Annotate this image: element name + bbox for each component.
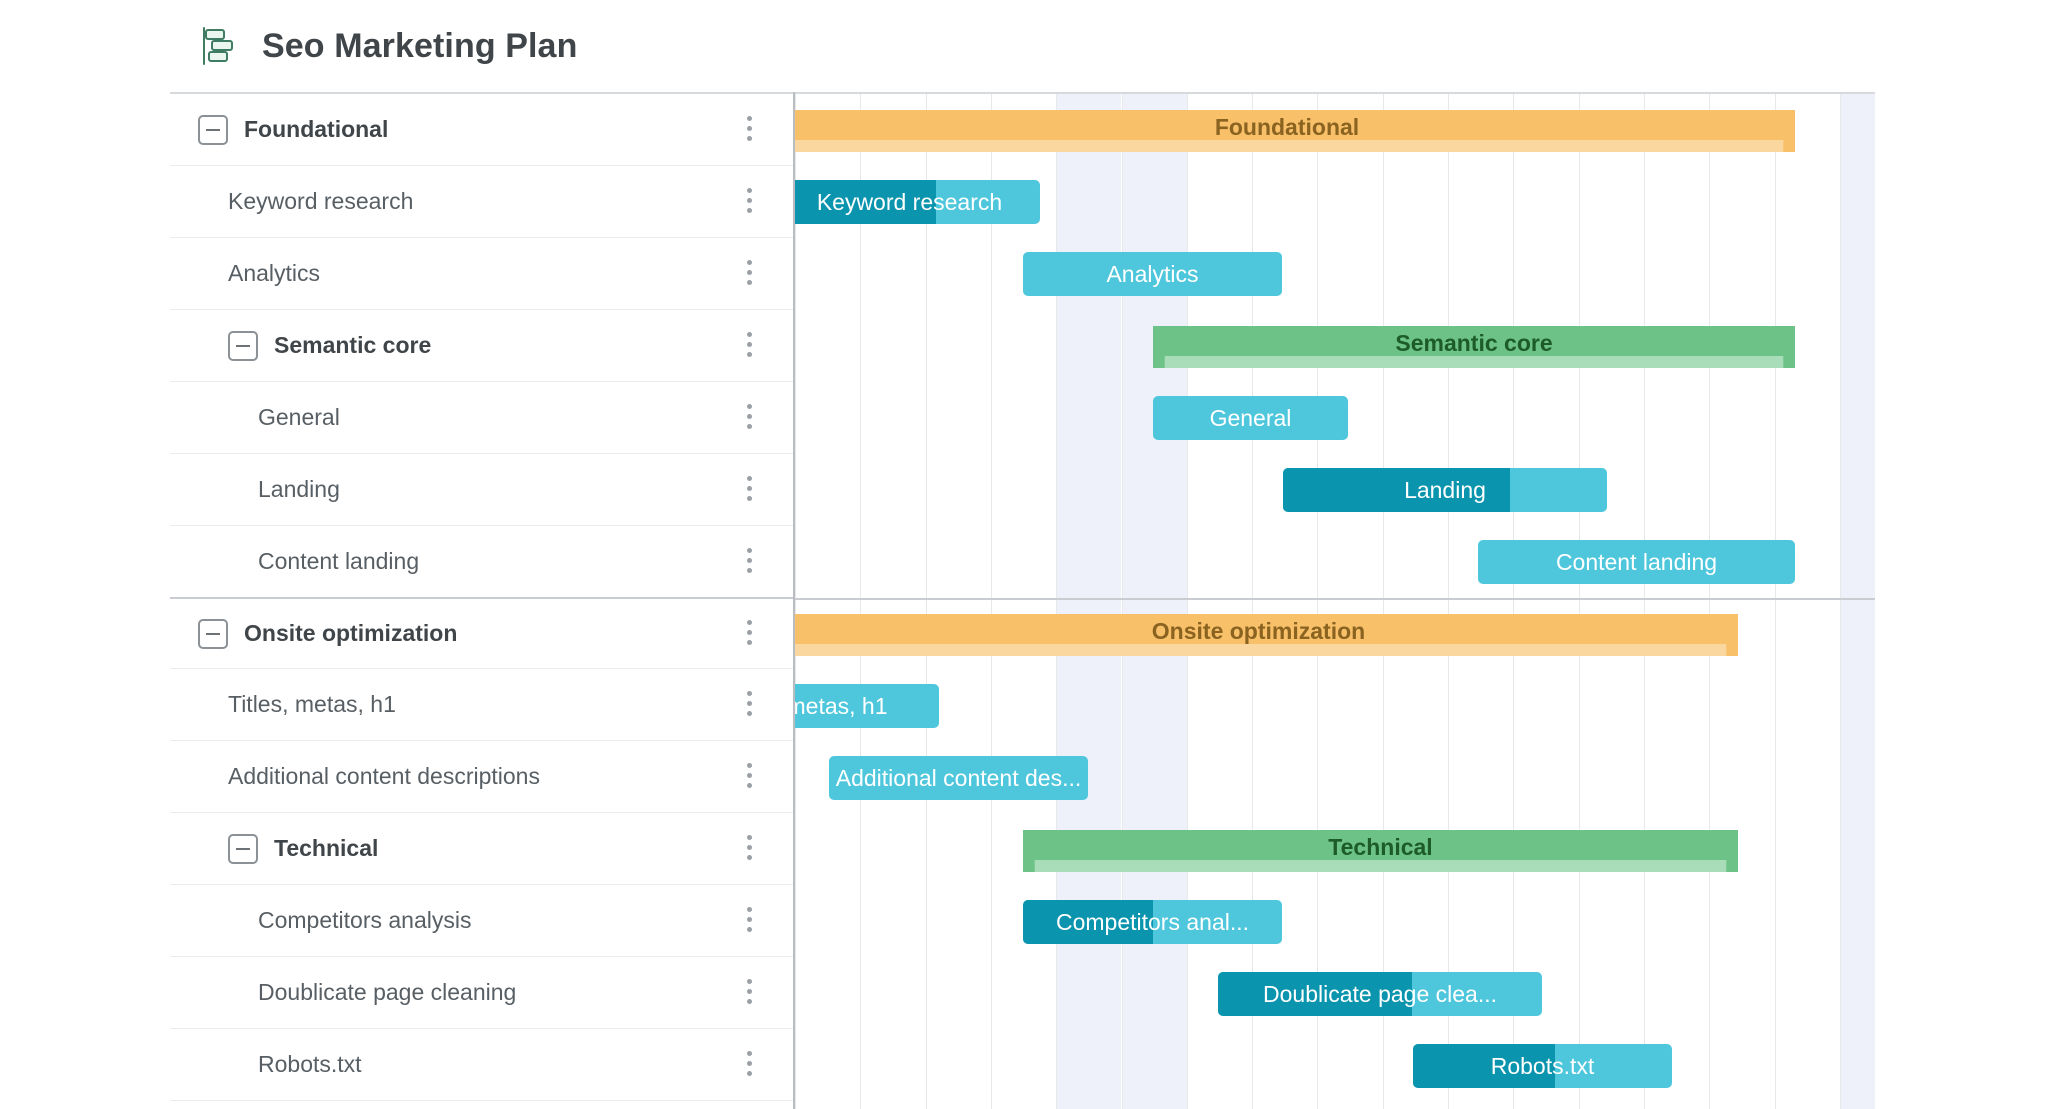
task-bar-label: Doublicate page clea...: [1263, 980, 1497, 1007]
collapse-toggle-icon[interactable]: [228, 330, 258, 361]
task-row[interactable]: Analytics: [170, 238, 795, 310]
task-list: Foundational Keyword research Analytics Sem…: [170, 92, 795, 1109]
project-header: Seo Marketing Plan: [170, 0, 1875, 92]
task-name-label: Keyword research: [228, 188, 414, 214]
task-bar[interactable]: Additional content des...: [829, 756, 1088, 800]
task-row[interactable]: Landing: [170, 454, 795, 526]
row-menu-icon[interactable]: [747, 403, 753, 432]
summary-bar[interactable]: Technical: [1023, 830, 1738, 872]
row-menu-icon[interactable]: [747, 834, 753, 863]
row-menu-icon[interactable]: [747, 619, 753, 648]
task-name-label: General: [258, 404, 340, 430]
summary-bar[interactable]: Semantic core: [1153, 326, 1795, 368]
task-name-label: Landing: [258, 476, 340, 502]
row-menu-icon[interactable]: [747, 187, 753, 216]
task-bar[interactable]: Competitors anal...: [1023, 900, 1282, 944]
row-menu-icon[interactable]: [747, 906, 753, 935]
task-bar-label: Landing: [1404, 476, 1486, 503]
task-bar[interactable]: metas, h1: [795, 684, 939, 728]
timeline-row: [795, 670, 1875, 742]
gantt-app: Seo Marketing Plan Foundational Keyword r…: [0, 0, 2048, 1109]
row-menu-icon[interactable]: [747, 690, 753, 719]
task-bar-label: Content landing: [1555, 548, 1718, 575]
summary-bar[interactable]: Foundational: [795, 110, 1795, 152]
gantt-timeline: Foundational Keyword research Analytics Sem…: [795, 92, 1875, 1109]
task-name-label: Titles, metas, h1: [228, 691, 396, 717]
task-row[interactable]: Content landing: [170, 526, 795, 598]
task-bar-label: Keyword research: [816, 188, 1003, 215]
task-row[interactable]: General: [170, 382, 795, 454]
task-row[interactable]: Keyword research: [170, 166, 795, 238]
task-group-row[interactable]: Semantic core: [170, 310, 795, 382]
task-name-label: Additional content descriptions: [228, 763, 540, 789]
gantt-chart-icon: [200, 26, 240, 66]
task-name-label: Robots.txt: [258, 1051, 362, 1077]
task-name-label: Content landing: [258, 548, 420, 574]
task-row[interactable]: Competitors analysis: [170, 885, 795, 957]
task-name-label: Analytics: [228, 260, 321, 286]
task-group-row[interactable]: Onsite optimization: [170, 597, 795, 669]
task-name-label: Doublicate page cleaning: [258, 979, 517, 1005]
task-row[interactable]: Additional content descriptions: [170, 741, 795, 813]
task-row[interactable]: Doublicate page cleaning: [170, 957, 795, 1029]
task-row[interactable]: Titles, metas, h1: [170, 669, 795, 741]
task-bar-label: Analytics: [1106, 260, 1199, 287]
row-menu-icon[interactable]: [747, 978, 753, 1007]
task-name-label: Competitors analysis: [258, 907, 472, 933]
task-name-label: Onsite optimization: [244, 620, 458, 646]
timeline-row: [795, 238, 1875, 310]
task-row[interactable]: Robots.txt: [170, 1029, 795, 1101]
task-bar-label: Additional content des...: [835, 764, 1082, 791]
task-bar[interactable]: Doublicate page clea...: [1218, 972, 1542, 1016]
task-name-label: Technical: [274, 835, 379, 861]
task-bar-label: Competitors anal...: [1055, 908, 1250, 935]
timeline-row: [795, 886, 1875, 958]
task-bar[interactable]: Analytics: [1023, 252, 1282, 296]
row-menu-icon[interactable]: [747, 259, 753, 288]
task-bar[interactable]: Keyword research: [795, 180, 1040, 224]
summary-bar[interactable]: Onsite optimization: [795, 614, 1738, 656]
collapse-toggle-icon[interactable]: [198, 114, 228, 145]
task-group-row[interactable]: Technical: [170, 813, 795, 885]
task-bar[interactable]: General: [1153, 396, 1348, 440]
task-group-row[interactable]: Foundational: [170, 94, 795, 166]
task-bar[interactable]: Landing: [1283, 468, 1607, 512]
task-name-label: Foundational: [244, 116, 389, 142]
row-menu-icon[interactable]: [747, 547, 753, 576]
collapse-toggle-icon[interactable]: [198, 618, 228, 649]
page-title: Seo Marketing Plan: [262, 26, 578, 65]
timeline-row: [795, 1030, 1875, 1102]
row-menu-icon[interactable]: [747, 331, 753, 360]
row-menu-icon[interactable]: [747, 762, 753, 791]
row-menu-icon[interactable]: [747, 115, 753, 144]
row-menu-icon[interactable]: [747, 1050, 753, 1079]
task-bar-label: General: [1209, 404, 1292, 431]
gantt-board: Foundational Keyword research Analytics Sem…: [170, 92, 1875, 1109]
row-menu-icon[interactable]: [747, 475, 753, 504]
task-name-label: Semantic core: [274, 332, 432, 358]
task-bar-label: Robots.txt: [1490, 1052, 1595, 1079]
collapse-toggle-icon[interactable]: [228, 833, 258, 864]
task-bar-label: metas, h1: [795, 692, 888, 719]
task-bar[interactable]: Robots.txt: [1413, 1044, 1672, 1088]
task-bar[interactable]: Content landing: [1478, 540, 1795, 584]
